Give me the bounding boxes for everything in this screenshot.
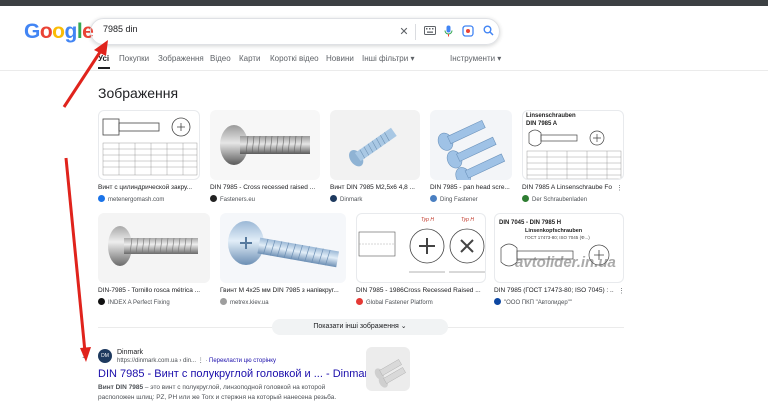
annotation-arrows: [62, 40, 108, 362]
arrow-head-result: [80, 347, 91, 362]
arrow-to-result: [64, 157, 87, 353]
arrow-to-search: [62, 45, 106, 108]
arrow-head-search: [94, 40, 108, 56]
